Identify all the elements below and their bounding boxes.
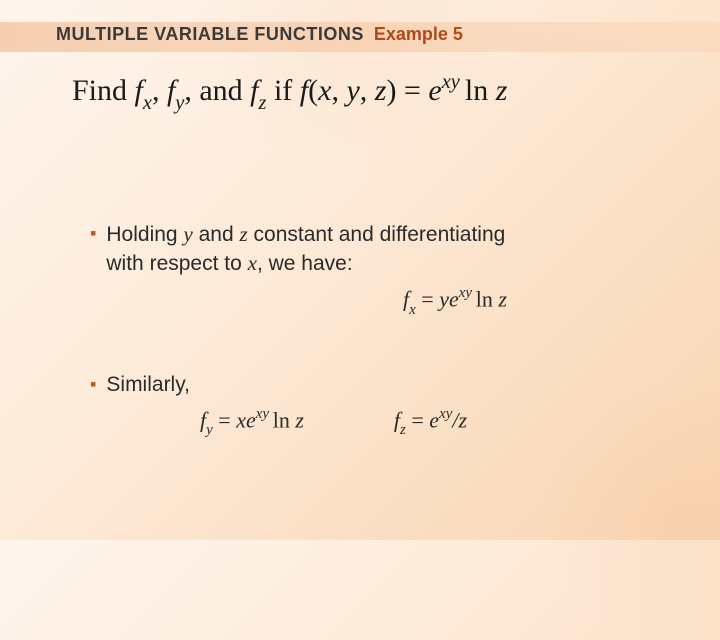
var-y: y [439,286,449,311]
var-z: z [295,407,304,432]
text: Similarly, [106,373,190,396]
ln: ln [465,74,496,107]
var-f: f [250,74,258,107]
var-y: y [183,222,192,246]
var-y: y [346,74,359,107]
text: , [152,74,167,107]
text: , [331,74,346,107]
subscript-y: y [206,422,213,438]
text: , and [184,74,250,107]
var-f: f [300,74,308,107]
superscript-xy: xy [256,406,273,422]
var-z: z [498,286,507,311]
slide-body: ▪ Holding y and z constant and different… [90,220,660,437]
equals: = [406,407,429,432]
ln: ln [273,407,296,432]
superscript-xy: xy [459,285,476,301]
var-z: z [375,74,387,107]
formula-fy: fy = xexy ln z [200,407,304,438]
subscript-x: x [143,92,152,114]
var-e: e [246,407,256,432]
subscript-z: z [400,422,406,438]
bullet-text: Similarly, [106,371,190,399]
text: if [266,74,299,107]
slide-header: MULTIPLE VARIABLE FUNCTIONS Example 5 [56,24,463,45]
equals: = [213,407,236,432]
paren-open: ( [308,74,318,107]
text: constant and differentiating [248,223,506,246]
bullet-item: ▪ Similarly, [90,371,660,399]
var-x: x [248,251,257,275]
problem-lead: Find [72,74,135,107]
bullet-icon: ▪ [90,220,96,246]
text: , we have: [257,252,353,275]
subscript-y: y [175,92,184,114]
text: with respect to [106,252,247,275]
formula-fx: fx = yexy ln z [250,286,660,317]
text: Holding [106,223,183,246]
problem-statement: Find fx, fy, and fz if f(x, y, z) = exy … [72,72,507,113]
superscript-xy: xy [439,406,452,422]
paren-close-eq: ) = [386,74,428,107]
var-x: x [318,74,331,107]
superscript-xy: xy [442,71,465,93]
text: and [193,223,240,246]
ln: ln [476,286,499,311]
bullet-item: ▪ Holding y and z constant and different… [90,220,660,278]
var-z: z [240,222,248,246]
equals: = [416,286,439,311]
var-z: z [458,407,467,432]
bullet-icon: ▪ [90,371,96,397]
var-e: e [428,74,441,107]
formula-fz: fz = exy/z [394,407,467,438]
bullet-text: Holding y and z constant and differentia… [106,220,505,278]
var-e: e [449,286,459,311]
var-f: f [135,74,143,107]
var-x: x [236,407,246,432]
var-z: z [496,74,508,107]
section-title: MULTIPLE VARIABLE FUNCTIONS [56,24,364,45]
example-label: Example 5 [374,24,463,45]
subscript-x: x [409,302,416,318]
subscript-z: z [259,92,267,114]
var-e: e [429,407,439,432]
formula-row: fy = xexy ln z fz = exy/z [200,407,660,438]
text: , [360,74,375,107]
